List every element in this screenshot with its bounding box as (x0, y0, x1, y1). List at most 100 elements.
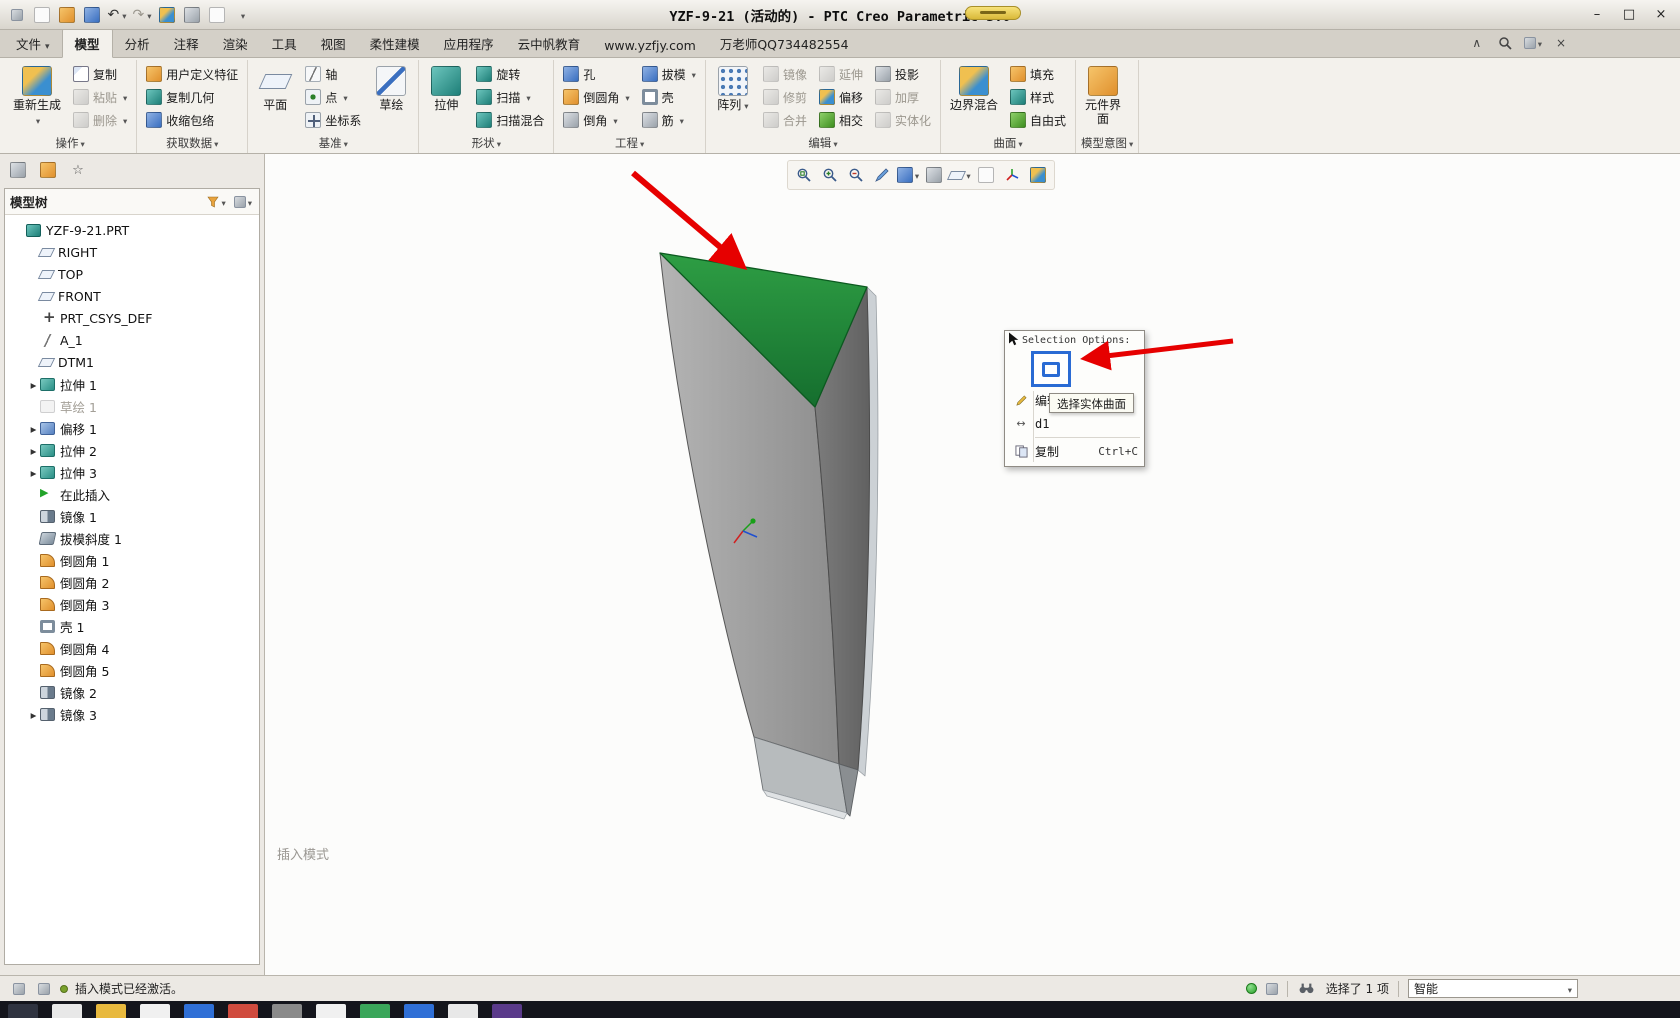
group-label-shapes[interactable]: 形状 (424, 133, 548, 153)
ribbon-tab[interactable]: 分析 (113, 29, 162, 57)
spin-center-button[interactable] (1000, 163, 1024, 187)
draft-button[interactable]: 拔模 (638, 63, 700, 85)
tree-item[interactable]: 倒圆角 1 (5, 549, 259, 571)
tree-item[interactable]: TOP (5, 263, 259, 285)
group-label-surfaces[interactable]: 曲面 (946, 133, 1070, 153)
window-button[interactable] (181, 4, 203, 26)
expand-icon[interactable] (27, 421, 40, 435)
tree-item[interactable]: 倒圆角 5 (5, 659, 259, 681)
ribbon-tab[interactable]: 应用程序 (432, 29, 506, 57)
find-button[interactable] (1297, 979, 1317, 999)
datum-display-button[interactable] (948, 163, 972, 187)
shrinkwrap-button[interactable]: 收缩包络 (142, 109, 242, 131)
tree-item[interactable]: A_1 (5, 329, 259, 351)
open-button[interactable] (56, 4, 78, 26)
expand-icon[interactable] (27, 465, 40, 479)
fill-button[interactable]: 填充 (1006, 63, 1070, 85)
group-label-datum[interactable]: 基准 (253, 133, 413, 153)
close-button[interactable]: × (1648, 5, 1674, 25)
ribbon-tab[interactable]: 云中帆教育 (506, 29, 593, 57)
zoom-in-button[interactable] (818, 163, 842, 187)
view-manager-button[interactable] (1026, 163, 1050, 187)
udf-button[interactable]: 用户定义特征 (142, 63, 242, 85)
shell-button[interactable]: 壳 (638, 86, 700, 108)
extrude-button[interactable]: 拉伸 (424, 63, 468, 116)
sketch-button[interactable]: 草绘 (369, 63, 413, 116)
undo-button[interactable]: ↶ (106, 4, 128, 26)
taskbar-app-button[interactable] (316, 1004, 346, 1018)
swept-blend-button[interactable]: 扫描混合 (472, 109, 548, 131)
tree-item[interactable]: 拔模斜度 1 (5, 527, 259, 549)
revolve-button[interactable]: 旋转 (472, 63, 548, 85)
csys-button[interactable]: 坐标系 (301, 109, 365, 131)
copy-button[interactable]: 复制 (69, 63, 131, 85)
copy-menuitem[interactable]: 复制 Ctrl+C (1005, 440, 1144, 463)
navigator-favorites-button[interactable]: ☆ (66, 158, 90, 182)
taskbar-app-button[interactable] (184, 1004, 214, 1018)
tree-item[interactable]: FRONT (5, 285, 259, 307)
taskbar-app-button[interactable] (140, 1004, 170, 1018)
tree-item[interactable]: 拉伸 1 (5, 373, 259, 395)
sweep-button[interactable]: 扫描 (472, 86, 548, 108)
tree-item[interactable]: PRT_CSYS_DEF (5, 307, 259, 329)
tree-item[interactable]: RIGHT (5, 241, 259, 263)
chamfer-button[interactable]: 倒角 (559, 109, 633, 131)
ribbon-tab[interactable]: 柔性建模 (358, 29, 432, 57)
zoom-out-button[interactable] (844, 163, 868, 187)
redo-button[interactable]: ↷ (131, 4, 153, 26)
taskbar-app-button[interactable] (96, 1004, 126, 1018)
search-button[interactable] (1496, 34, 1514, 52)
ribbon-tab[interactable]: 注释 (162, 29, 211, 57)
group-label-edit[interactable]: 编辑 (711, 133, 935, 153)
round-button[interactable]: 倒圆角 (559, 86, 633, 108)
tree-item[interactable]: 镜像 3 (5, 703, 259, 725)
annotation-display-button[interactable] (974, 163, 998, 187)
taskbar-app-button[interactable] (272, 1004, 302, 1018)
tree-item[interactable]: DTM1 (5, 351, 259, 373)
toggle-browser-button[interactable] (35, 980, 53, 998)
ribbon-tab[interactable]: 文件 (4, 29, 62, 57)
save-button[interactable] (81, 4, 103, 26)
section-button[interactable] (922, 163, 946, 187)
tree-item[interactable]: 倒圆角 3 (5, 593, 259, 615)
ribbon-tab[interactable]: 万老师QQ734482554 (708, 29, 861, 57)
graphics-viewport[interactable]: Selection Options: 编辑 d1 复制 C (264, 154, 1680, 975)
minimize-button[interactable]: – (1584, 5, 1610, 25)
group-label-model-intent[interactable]: 模型意图 (1081, 133, 1133, 153)
regenerate-button[interactable]: 重新生成 (9, 63, 65, 131)
repaint-button[interactable] (870, 163, 894, 187)
regenerate-quick-button[interactable] (156, 4, 178, 26)
close-session-button[interactable]: × (1552, 34, 1570, 52)
boundary-blend-button[interactable]: 边界混合 (946, 63, 1002, 116)
rib-button[interactable]: 筋 (638, 109, 700, 131)
tree-item[interactable]: 镜像 2 (5, 681, 259, 703)
expand-icon[interactable] (27, 377, 40, 391)
extend-button[interactable]: 延伸 (815, 63, 867, 85)
ribbon-tab[interactable]: 视图 (309, 29, 358, 57)
intersect-button[interactable]: 相交 (815, 109, 867, 131)
maximize-button[interactable]: □ (1616, 5, 1642, 25)
taskbar-app-button[interactable] (52, 1004, 82, 1018)
tree-item[interactable]: 偏移 1 (5, 417, 259, 439)
taskbar-app-button[interactable] (492, 1004, 522, 1018)
expand-icon[interactable] (27, 707, 40, 721)
component-interface-button[interactable]: 元件界面 (1081, 63, 1125, 130)
thicken-button[interactable]: 加厚 (871, 86, 935, 108)
start-button[interactable] (8, 1004, 38, 1018)
session-options-button[interactable] (1524, 34, 1542, 52)
plane-button[interactable]: 平面 (253, 63, 297, 116)
taskbar-app-button[interactable] (448, 1004, 478, 1018)
freestyle-button[interactable]: 自由式 (1006, 109, 1070, 131)
display-style-button[interactable] (896, 163, 920, 187)
tree-item[interactable]: 在此插入 (5, 483, 259, 505)
ribbon-tab[interactable]: www.yzfjy.com (592, 33, 708, 57)
ribbon-tab[interactable]: 模型 (62, 28, 113, 58)
copy-geometry-button[interactable]: 复制几何 (142, 86, 242, 108)
pattern-button[interactable]: 阵列 (711, 63, 755, 116)
qat-customize-button[interactable] (231, 4, 253, 26)
collapse-ribbon-button[interactable]: ∧ (1468, 34, 1486, 52)
expand-icon[interactable] (27, 443, 40, 457)
paste-button[interactable]: 粘贴 (69, 86, 131, 108)
group-label-get-data[interactable]: 获取数据 (142, 133, 242, 153)
mirror-button[interactable]: 镜像 (759, 63, 811, 85)
